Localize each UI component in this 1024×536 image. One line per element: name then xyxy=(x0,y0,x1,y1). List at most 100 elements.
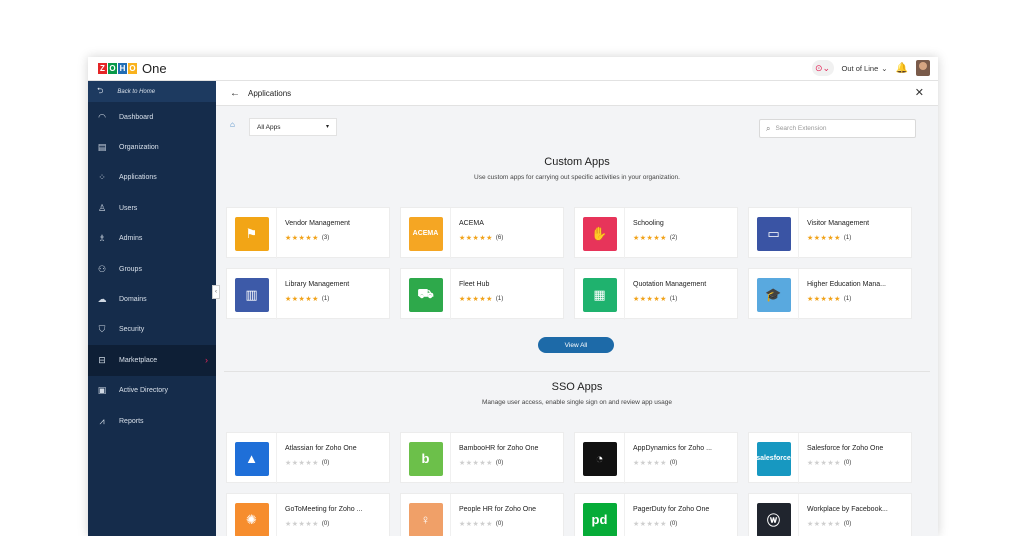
rating: ★★★★★ (6) xyxy=(459,234,503,242)
app-card[interactable]: ▲ Atlassian for Zoho One ★★★★★ (0) xyxy=(226,432,390,484)
app-card[interactable]: b BambooHR for Zoho One ★★★★★ (0) xyxy=(400,432,564,484)
brand-letter-o: O xyxy=(108,63,117,74)
star-icon: ★★★★★ xyxy=(285,521,319,528)
star-icon: ★★★★★ xyxy=(807,235,841,242)
app-name: Library Management xyxy=(285,281,350,288)
store-icon: ⊟ xyxy=(98,354,106,365)
star-icon: ★★★★★ xyxy=(807,460,841,467)
sidebar-item-active-directory[interactable]: ▣ Active Directory xyxy=(88,376,216,406)
app-logo-icon: pd xyxy=(582,502,617,536)
sidebar-item-domains[interactable]: ☁ Domains xyxy=(88,284,216,314)
rating-count: (0) xyxy=(321,460,330,466)
applications-icon: ⁘ xyxy=(98,172,106,183)
sidebar-item-label: Organization xyxy=(119,144,159,152)
rating: ★★★★★ (1) xyxy=(807,295,851,303)
rating-count: (3) xyxy=(321,235,330,241)
app-card[interactable]: ▭ Visitor Management ★★★★★ (1) xyxy=(748,207,912,259)
app-logo: ▥ xyxy=(227,269,277,320)
home-icon[interactable]: ⌂ xyxy=(230,120,235,129)
app-name: Schooling xyxy=(633,220,664,227)
status-dropdown[interactable]: Out of Line ⌄ xyxy=(842,64,888,73)
app-logo-icon: ▦ xyxy=(582,277,617,312)
sidebar-item-groups[interactable]: ⚇ Groups xyxy=(88,254,216,284)
star-icon: ★★★★★ xyxy=(459,460,493,467)
rating: ★★★★★ (1) xyxy=(285,295,329,303)
app-name: Quotation Management xyxy=(633,281,707,288)
app-filter-dropdown[interactable]: All Apps ▾ xyxy=(249,118,337,136)
avatar[interactable] xyxy=(916,60,930,76)
app-name: AppDynamics for Zoho ... xyxy=(633,445,712,452)
search-placeholder: Search Extension xyxy=(775,125,827,132)
app-logo-icon: ▭ xyxy=(756,216,791,251)
sidebar-item-users[interactable]: ♙ Users xyxy=(88,193,216,223)
app-card[interactable]: ⓦ Workplace by Facebook... ★★★★★ (0) xyxy=(748,493,912,536)
sidebar: ⮌ Back to Home ◠ Dashboard ▤ Organization … xyxy=(88,81,216,536)
app-name: PagerDuty for Zoho One xyxy=(633,506,710,513)
sidebar-item-reports[interactable]: ⩘ Reports xyxy=(88,406,216,436)
rating-count: (0) xyxy=(321,521,330,527)
app-name: Salesforce for Zoho One xyxy=(807,445,884,452)
sidebar-item-organization[interactable]: ▤ Organization xyxy=(88,132,216,162)
topbar-actions: ⊙⌄ Out of Line ⌄ 🔔 xyxy=(811,60,930,76)
star-icon: ★★★★★ xyxy=(285,296,319,303)
product-name: One xyxy=(142,61,167,76)
app-card[interactable]: ◔ AppDynamics for Zoho ... ★★★★★ (0) xyxy=(574,432,738,484)
rating: ★★★★★ (0) xyxy=(633,459,677,467)
app-card[interactable]: ⚑ Vendor Management ★★★★★ (3) xyxy=(226,207,390,259)
sidebar-item-label: Domains xyxy=(119,296,147,304)
app-logo: b xyxy=(401,433,451,484)
rating: ★★★★★ (1) xyxy=(633,295,677,303)
rating-count: (6) xyxy=(495,235,504,241)
star-icon: ★★★★★ xyxy=(459,521,493,528)
back-arrow-icon[interactable]: ← xyxy=(230,88,240,99)
sidebar-collapse-handle[interactable]: ‹ xyxy=(212,285,220,299)
app-card[interactable]: ACEMA ACEMA ★★★★★ (6) xyxy=(400,207,564,259)
search-input[interactable]: ⌕ Search Extension xyxy=(759,119,916,138)
rating-count: (0) xyxy=(843,460,852,466)
star-icon: ★★★★★ xyxy=(633,460,667,467)
app-logo-icon: ✺ xyxy=(234,502,269,536)
app-logo: ♀ xyxy=(401,494,451,536)
view-all-button[interactable]: View All xyxy=(538,337,614,353)
app-logo: ▭ xyxy=(749,208,799,259)
app-card[interactable]: ✋ Schooling ★★★★★ (2) xyxy=(574,207,738,259)
app-card[interactable]: ✺ GoToMeeting for Zoho ... ★★★★★ (0) xyxy=(226,493,390,536)
app-card[interactable]: salesforce Salesforce for Zoho One ★★★★★ (0… xyxy=(748,432,912,484)
sidebar-item-security[interactable]: ⛉ Security xyxy=(88,315,216,345)
sidebar-item-dashboard[interactable]: ◠ Dashboard xyxy=(88,102,216,132)
rating-count: (0) xyxy=(669,521,678,527)
availability-icon[interactable]: ⊙⌄ xyxy=(811,60,834,76)
app-card[interactable]: pd PagerDuty for Zoho One ★★★★★ (0) xyxy=(574,493,738,536)
cloud-icon: ☁ xyxy=(97,294,107,305)
status-label: Out of Line xyxy=(841,63,879,73)
app-logo-icon: 🎓 xyxy=(756,277,791,312)
app-filter-value: All Apps xyxy=(257,123,281,131)
sidebar-item-admins[interactable]: ♗ Admins xyxy=(88,224,216,254)
app-logo: salesforce xyxy=(749,433,799,484)
app-card[interactable]: ♀ People HR for Zoho One ★★★★★ (0) xyxy=(400,493,564,536)
app-logo: ⛟ xyxy=(401,269,451,320)
rating-count: (1) xyxy=(669,296,678,302)
custom-apps-subtitle: Use custom apps for carrying out specifi… xyxy=(474,174,680,181)
page-title: Applications xyxy=(248,88,292,98)
star-icon: ★★★★★ xyxy=(633,296,667,303)
zoho-one-logo[interactable]: Z O H O One xyxy=(98,61,167,76)
rating-count: (1) xyxy=(495,296,504,302)
chevron-right-icon: › xyxy=(205,355,208,366)
app-card[interactable]: ▦ Quotation Management ★★★★★ (1) xyxy=(574,268,738,320)
app-logo-icon: ⚑ xyxy=(234,216,269,251)
back-to-home-link[interactable]: ⮌ Back to Home xyxy=(88,81,216,102)
sidebar-item-marketplace[interactable]: ⊟ Marketplace › xyxy=(88,345,216,376)
app-card[interactable]: 🎓 Higher Education Mana... ★★★★★ (1) xyxy=(748,268,912,320)
bell-icon[interactable]: 🔔 xyxy=(896,63,908,74)
app-logo-icon: ◔ xyxy=(582,441,617,476)
sidebar-item-label: Groups xyxy=(119,265,142,273)
directory-icon: ▣ xyxy=(97,385,107,396)
app-card[interactable]: ▥ Library Management ★★★★★ (1) xyxy=(226,268,390,320)
rating: ★★★★★ (3) xyxy=(285,234,329,242)
app-card[interactable]: ⛟ Fleet Hub ★★★★★ (1) xyxy=(400,268,564,320)
brand-letter-z: Z xyxy=(98,63,107,74)
sidebar-item-applications[interactable]: ⁘ Applications xyxy=(88,163,216,193)
filter-row: ⌂ All Apps ▾ ⌕ Search Extension xyxy=(216,106,938,140)
close-icon[interactable]: ✕ xyxy=(915,86,924,99)
